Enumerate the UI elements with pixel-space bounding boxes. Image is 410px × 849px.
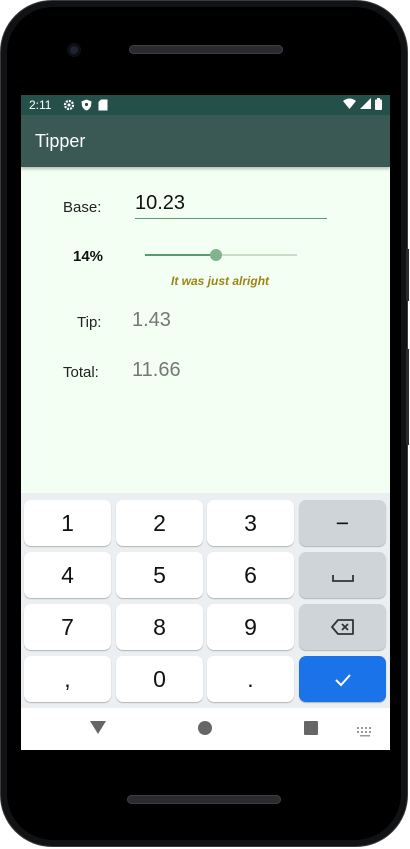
bottom-speaker (127, 795, 281, 804)
slider-thumb[interactable] (210, 249, 223, 261)
key-1[interactable]: 1 (24, 500, 111, 546)
numeric-keyboard: 1 2 3 − 4 5 6 7 8 9 , 0 . (21, 493, 390, 708)
gear-icon (63, 99, 75, 111)
wifi-icon (343, 98, 356, 112)
key-space[interactable] (299, 552, 386, 598)
tip-label: Tip: (77, 314, 102, 331)
key-3[interactable]: 3 (207, 500, 294, 546)
space-icon (331, 562, 354, 589)
signal-icon (360, 98, 371, 112)
key-4[interactable]: 4 (24, 552, 111, 598)
earpiece-speaker (129, 45, 283, 54)
key-minus[interactable]: − (299, 500, 386, 546)
sd-card-icon (98, 99, 108, 111)
key-2[interactable]: 2 (116, 500, 203, 546)
tip-amount-value: 1.43 (132, 309, 171, 331)
app-title: Tipper (35, 130, 86, 151)
key-backspace[interactable] (299, 604, 386, 650)
check-icon (334, 666, 352, 693)
status-bar: 2:11 (21, 95, 390, 115)
total-label: Total: (63, 364, 99, 381)
power-button (406, 249, 409, 301)
navigation-bar (21, 708, 390, 750)
base-amount-input[interactable]: 10.23 (135, 191, 327, 219)
status-time: 2:11 (29, 98, 52, 112)
key-6[interactable]: 6 (207, 552, 294, 598)
tip-percent-slider[interactable] (145, 247, 297, 263)
battery-icon (375, 97, 382, 113)
slider-fill (145, 254, 217, 256)
key-period[interactable]: . (207, 656, 294, 702)
screen: 2:11 Tipper Base: 10.23 14% It was just … (21, 95, 390, 750)
key-8[interactable]: 8 (116, 604, 203, 650)
back-icon[interactable] (90, 721, 106, 740)
shield-icon (81, 99, 92, 111)
key-done[interactable] (299, 656, 386, 702)
key-0[interactable]: 0 (116, 656, 203, 702)
recents-icon[interactable] (304, 721, 318, 740)
volume-button (406, 349, 409, 445)
backspace-icon (330, 614, 355, 641)
key-comma[interactable]: , (24, 656, 111, 702)
base-label: Base: (63, 199, 102, 216)
key-5[interactable]: 5 (116, 552, 203, 598)
home-icon[interactable] (198, 721, 212, 740)
key-7[interactable]: 7 (24, 604, 111, 650)
phone-frame: 2:11 Tipper Base: 10.23 14% It was just … (0, 0, 409, 847)
front-camera (67, 43, 81, 57)
app-bar: Tipper (21, 115, 390, 167)
tip-percent-label: 14% (73, 248, 104, 265)
tip-review-text: It was just alright (171, 274, 270, 288)
key-9[interactable]: 9 (207, 604, 294, 650)
total-amount-value: 11.66 (132, 359, 181, 381)
keyboard-switch-icon[interactable] (357, 724, 373, 742)
